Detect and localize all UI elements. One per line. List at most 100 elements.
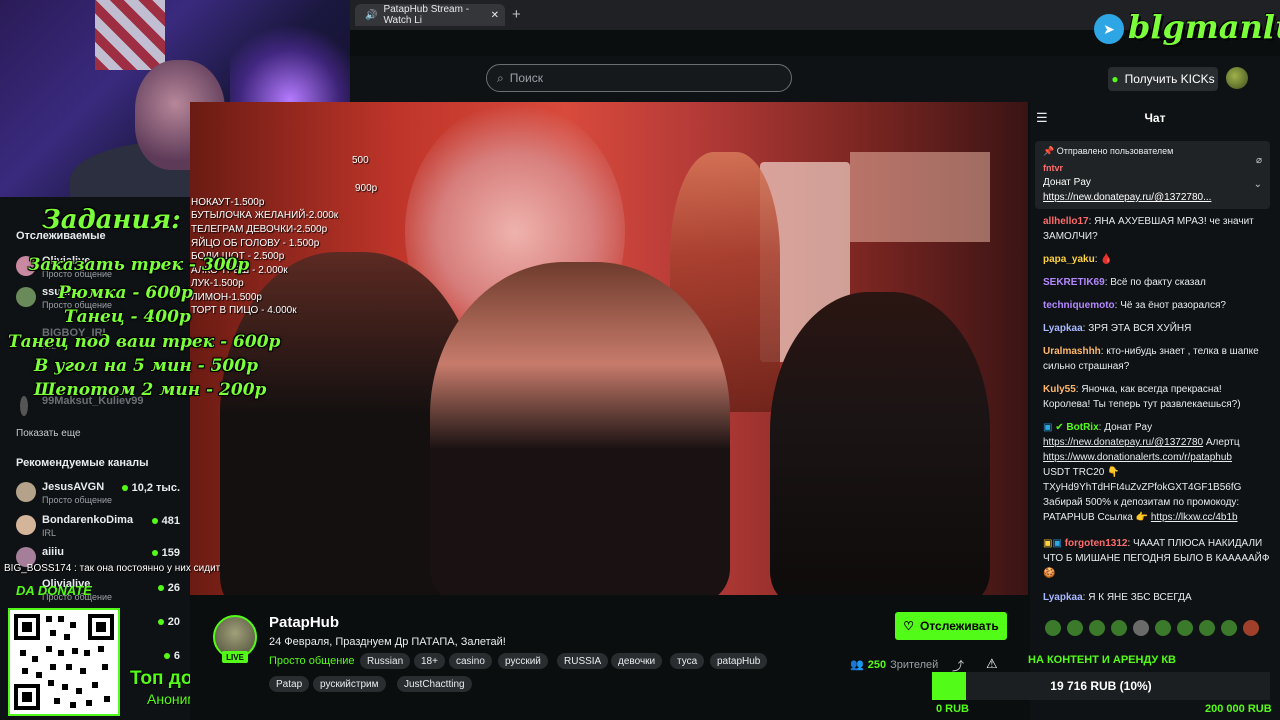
streamer-name[interactable]: PatapHub <box>269 614 339 631</box>
chat-title: Чат <box>1144 111 1166 125</box>
get-kicks-label: Получить KICKs <box>1124 72 1215 86</box>
goal-title: НА КОНТЕНТ И АРЕНДУ КВ <box>1028 654 1176 666</box>
tag[interactable]: 18+ <box>414 653 445 669</box>
chat-message: allhello17: ЯНА АХУЕВШАЯ МРАЗ! че значит… <box>1043 216 1254 242</box>
kicks-icon: ● <box>1111 72 1119 86</box>
browser-tab[interactable]: 🔊 PatapHub Stream - Watch Li ✕ <box>355 4 505 26</box>
new-tab-button[interactable]: + <box>512 6 521 23</box>
price-item: ЛУК-1.500р <box>191 278 244 289</box>
unpin-icon[interactable]: ⌀ <box>1256 155 1262 166</box>
chat-message: Lyapkaa: Я К ЯНЕ ЗБС ВСЕГДА <box>1043 592 1192 603</box>
sidebar-channel[interactable]: BondarenkoDima IRL 481 <box>16 513 186 543</box>
chat-message: techniquemoto: Чё за ёнот разорался? <box>1043 300 1226 311</box>
chat-message: Uralmashhh: кто-нибудь знает , телка в ш… <box>1043 346 1259 372</box>
price-item: ЛИМОН-1.500р <box>191 292 262 303</box>
brand-logo: blgmanlu <box>1128 8 1280 46</box>
emote-icon[interactable] <box>1177 620 1193 636</box>
viewer-count: 20 <box>157 616 180 628</box>
task-item: Заказать трек - 300р <box>28 255 250 275</box>
tab-title: PatapHub Stream - Watch Li <box>383 4 470 26</box>
stream-title: 24 Февраля, Празднуем Др ПАТАПА, Залетай… <box>269 636 506 648</box>
pinned-text: Донат Pay <box>1043 177 1091 188</box>
live-badge: LIVE <box>222 651 248 663</box>
emote-icon[interactable] <box>1111 620 1127 636</box>
search-icon: ⌕ <box>497 70 504 85</box>
users-icon: 👥 <box>850 659 864 671</box>
report-icon[interactable]: ⚠ <box>986 656 998 672</box>
goal-max: 200 000 RUB <box>1205 703 1272 715</box>
pinned-link[interactable]: https://new.donatepay.ru/@1372780... <box>1043 192 1211 203</box>
chevron-down-icon[interactable]: ⌄ <box>1254 179 1262 190</box>
task-item: В угол на 5 мин - 500р <box>34 356 258 376</box>
task-item: Танец - 400р <box>64 307 191 327</box>
chat-message: ▣▣ forgoten1312: ЧААAT ПЛЮСА НАКИДАЛИ ЧТ… <box>1043 538 1270 579</box>
tag[interactable]: Patap <box>269 676 310 692</box>
pinned-label: 📌 Отправлено пользователем <box>1043 146 1174 156</box>
price-item: ТЕЛЕГРАМ ДЕВОЧКИ-2.500р <box>191 224 328 235</box>
channel-name: JesusAVGN <box>42 481 105 493</box>
tag[interactable]: JustChactting <box>397 676 472 692</box>
chat-message: papa_yaku: 🩸 <box>1043 254 1113 265</box>
tag[interactable]: рускийстрим <box>313 676 386 692</box>
channel-category: Просто общение <box>42 495 112 505</box>
emote-icon[interactable] <box>1133 620 1149 636</box>
viewer-count: 👥 250 Зрителей <box>850 658 939 672</box>
tag[interactable]: casino <box>449 653 492 669</box>
emote-icon[interactable] <box>1089 620 1105 636</box>
goal-progress-text: 19 716 RUB (10%) <box>1050 679 1152 693</box>
price-item: ТОРТ В ПИЦО - 4.000к <box>191 305 297 316</box>
chat-message: ▣ ✔ BotRix: Донат Pay https://new.donate… <box>1043 422 1242 523</box>
emote-icon[interactable] <box>1045 620 1061 636</box>
emote-icon[interactable] <box>1243 620 1259 636</box>
avatar <box>20 396 28 416</box>
emote-icon[interactable] <box>1221 620 1237 636</box>
search-input[interactable]: ⌕ Поиск <box>486 64 792 92</box>
tag[interactable]: девочки <box>611 653 663 669</box>
telegram-icon: ➤ <box>1094 14 1124 44</box>
sidebar-channel[interactable]: JesusAVGN Просто общение 10,2 тыс. <box>16 480 186 510</box>
donate-logo: DA DONATE <box>16 583 92 598</box>
task-item: Танец под ваш трек - 600р <box>8 332 281 352</box>
tag[interactable]: туса <box>670 653 705 669</box>
tag[interactable]: Russian <box>360 653 411 669</box>
follow-label: Отслеживать <box>920 619 999 633</box>
avatar <box>16 287 36 307</box>
get-kicks-button[interactable]: ● Получить KICKs <box>1108 67 1218 91</box>
avatar <box>16 515 36 535</box>
channel-name: BondarenkoDima <box>42 514 134 526</box>
price-item: 900р <box>355 183 378 194</box>
emote-icon[interactable] <box>1155 620 1171 636</box>
heart-icon: ♡ <box>903 619 914 633</box>
viewer-count: 159 <box>151 547 180 559</box>
price-item: ЯЙЦО ОБ ГОЛОВУ - 1.500р <box>191 238 320 249</box>
emote-icon[interactable] <box>1199 620 1215 636</box>
task-item: Шепотом 2 мин - 200р <box>34 380 267 400</box>
user-avatar[interactable] <box>1226 67 1248 89</box>
viewer-count: 10,2 тыс. <box>121 482 180 494</box>
emote-icon[interactable] <box>1067 620 1083 636</box>
qr-code <box>8 608 120 716</box>
emote-bar <box>1045 620 1270 638</box>
tag[interactable]: русский <box>498 653 548 669</box>
follow-button[interactable]: ♡ Отслеживать <box>895 612 1007 640</box>
avatar <box>16 482 36 502</box>
speaker-icon: 🔊 <box>365 9 378 21</box>
channel-category: IRL <box>42 528 57 538</box>
tag[interactable]: patapHub <box>710 653 768 669</box>
price-item: 500 <box>352 155 369 166</box>
donation-alert-text: BIG_BOSS174 : так она постоянно у них си… <box>4 563 221 574</box>
price-item: НОКАУТ-1.500р <box>191 197 265 208</box>
close-icon[interactable]: ✕ <box>491 10 499 21</box>
task-item: Рюмка - 600р <box>58 283 193 303</box>
pinned-message[interactable]: 📌 Отправлено пользователем fntvr Донат P… <box>1035 141 1270 209</box>
price-item: БУТЫЛОЧКА ЖЕЛАНИЙ-2.000к <box>191 210 339 221</box>
viewer-count: 481 <box>151 515 180 527</box>
category-link[interactable]: Просто общение <box>269 655 355 667</box>
show-more-link[interactable]: Показать еще <box>16 428 81 439</box>
viewer-count: 6 <box>163 650 180 662</box>
video-player[interactable] <box>190 102 1028 595</box>
search-placeholder: Поиск <box>509 71 543 85</box>
tag[interactable]: RUSSIA <box>557 653 609 669</box>
tasks-title: Задания: <box>42 205 181 235</box>
chat-message: Lyapkaa: ЗРЯ ЭТА ВСЯ ХУЙНЯ <box>1043 323 1192 334</box>
